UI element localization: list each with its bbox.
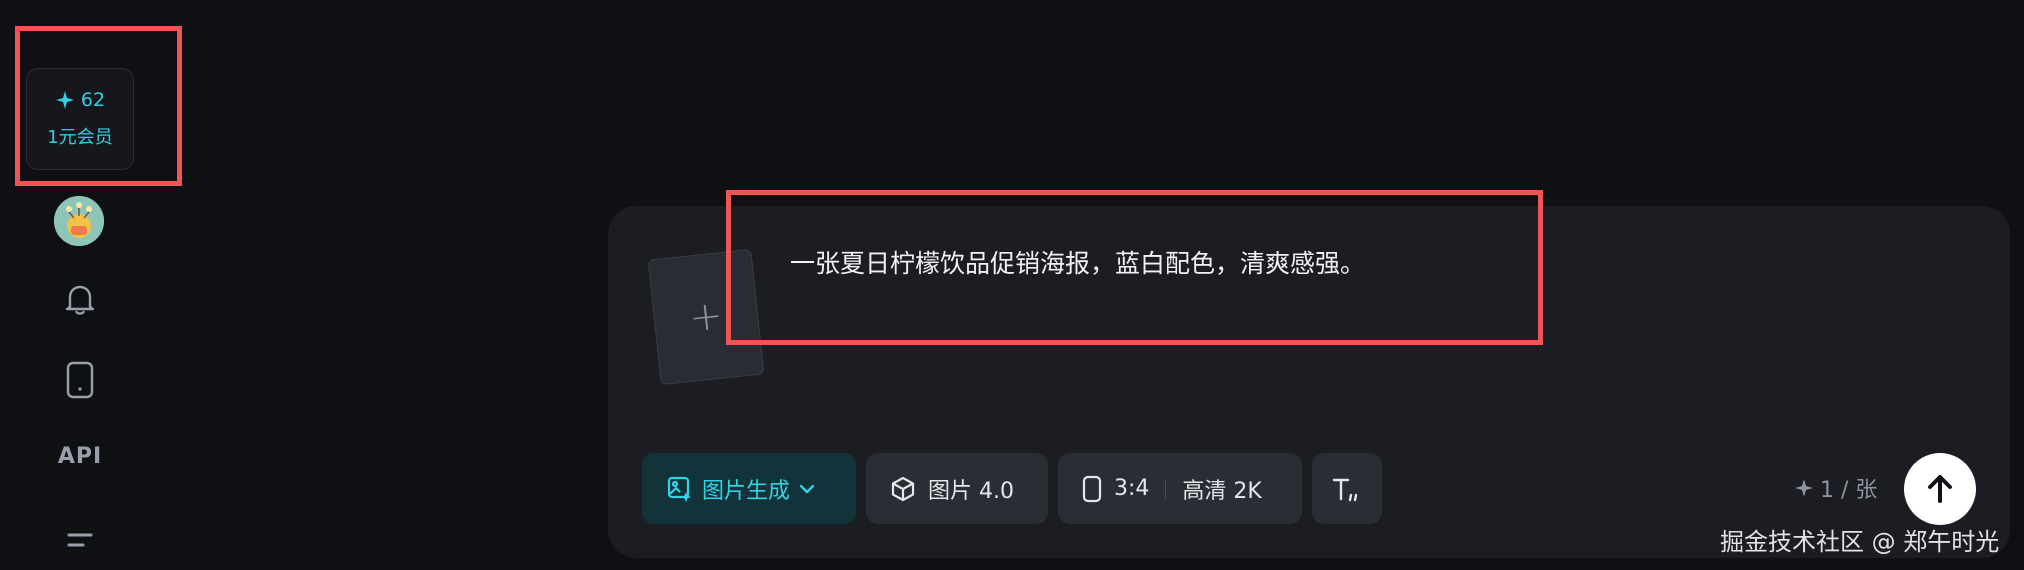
credit-balance: 62 — [55, 89, 105, 111]
plus-icon: + — [686, 292, 726, 342]
app-page: 62 1元会员 API + 一张夏日柠檬饮品促销海报，蓝白配色，清爽感强。 图片… — [0, 0, 2024, 570]
membership-label: 1元会员 — [47, 127, 113, 148]
sidebar: 62 1元会员 API — [0, 0, 182, 570]
image-generate-icon — [667, 476, 691, 502]
text-format-icon — [1332, 478, 1358, 501]
portrait-ratio-icon — [1082, 475, 1102, 502]
bell-icon[interactable] — [60, 279, 100, 319]
generation-mode-dropdown[interactable]: 图片生成 — [642, 453, 856, 524]
api-link[interactable]: API — [56, 444, 104, 469]
menu-icon[interactable] — [60, 520, 100, 560]
cube-icon — [891, 476, 915, 501]
quality-label: 高清 2K — [1182, 478, 1262, 504]
prompt-input[interactable]: 一张夏日柠檬饮品促销海报，蓝白配色，清爽感强。 — [790, 244, 1365, 280]
cost-label: 1 / 张 — [1820, 478, 1878, 503]
ratio-quality-selector[interactable]: 3:4 高清 2K — [1058, 453, 1302, 524]
model-label: 图片 4.0 — [928, 478, 1014, 504]
generation-mode-label: 图片生成 — [702, 478, 791, 504]
aspect-ratio-label: 3:4 — [1114, 476, 1150, 501]
send-button[interactable] — [1904, 453, 1976, 525]
divider — [1165, 478, 1167, 499]
model-selector[interactable]: 图片 4.0 — [866, 453, 1048, 524]
arrow-up-icon — [1928, 475, 1952, 503]
watermark: 掘金技术社区 @ 郑午时光 — [1720, 528, 2000, 556]
sparkle-icon — [1795, 479, 1813, 497]
credit-count: 62 — [80, 89, 106, 111]
user-avatar[interactable] — [54, 196, 104, 246]
cost-per-image: 1 / 张 — [1794, 472, 1877, 504]
text-style-button[interactable] — [1312, 453, 1382, 524]
reference-image-upload-button[interactable]: + — [647, 248, 765, 386]
credits-membership-button[interactable]: 62 1元会员 — [26, 68, 134, 170]
avatar-illustration-icon — [54, 196, 104, 246]
device-icon[interactable] — [60, 360, 100, 400]
sparkle-icon — [55, 91, 74, 109]
chevron-down-icon — [799, 484, 815, 493]
